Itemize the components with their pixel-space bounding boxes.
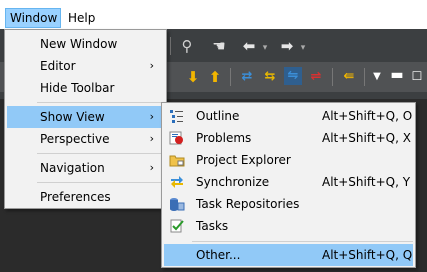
up-arrow-icon[interactable]: ⬆ [206,68,224,86]
submenu-arrow-icon: › [149,59,154,72]
shortcut-text: Alt+Shift+Q, X [322,131,411,145]
forward-dropdown-icon[interactable]: ▾ [294,39,312,57]
submenu-separator [192,241,413,242]
link-editor-icon[interactable]: ⇄ [238,68,256,86]
menu-separator [37,182,164,183]
sync-incoming-icon[interactable]: ⇆ [261,68,279,86]
conflict-icon[interactable]: ⇌ [307,68,325,86]
menu-separator [37,102,164,103]
back-dropdown-icon[interactable]: ▾ [256,39,274,57]
menu-item-show-view[interactable]: Show View › [7,106,164,128]
submenu-item-label: Problems [196,131,252,145]
menu-item-preferences[interactable]: Preferences [7,186,164,208]
import-icon[interactable]: ⇚ [340,68,358,86]
menu-item-perspective[interactable]: Perspective › [7,128,164,150]
toolbar-separator [170,37,171,55]
submenu-item-problems[interactable]: Problems Alt+Shift+Q, X [164,127,413,149]
shortcut-text: Alt+Shift+Q, O [322,109,413,123]
synchronize-icon [169,174,185,190]
menu-item-label: Show View [40,110,105,124]
task-repositories-icon [169,196,185,212]
submenu-item-project-explorer[interactable]: Project Explorer [164,149,413,171]
problems-icon [169,130,185,146]
menu-item-label: Hide Toolbar [40,81,115,95]
menu-item-navigation[interactable]: Navigation › [7,157,164,179]
menu-item-label: Perspective [40,132,110,146]
submenu-item-label: Outline [196,109,240,123]
menu-window[interactable]: Window [5,8,61,28]
tasks-icon [169,218,185,234]
submenu-item-label: Tasks [196,219,229,233]
menu-item-label: Editor [40,59,76,73]
view-menu-icon[interactable]: ▼ [368,68,386,86]
submenu-item-other[interactable]: Other... Alt+Shift+Q, Q [164,244,413,266]
toolbar-separator [230,68,231,86]
submenu-item-label: Other... [196,248,241,262]
submenu-item-tasks[interactable]: Tasks [164,215,413,237]
shortcut-text: Alt+Shift+Q, Y [322,175,411,189]
menu-item-editor[interactable]: Editor › [7,55,164,77]
minimize-icon[interactable]: ▬ [388,66,406,84]
project-explorer-icon [169,152,185,168]
maximize-icon[interactable]: ☐ [408,67,426,85]
submenu-item-label: Synchronize [196,175,270,189]
menubar: Window Help [0,0,427,29]
show-view-submenu: Outline Alt+Shift+Q, O Problems Alt+Shif… [161,102,416,268]
menu-item-label: Navigation [40,161,105,175]
menu-help[interactable]: Help [64,8,104,28]
outline-icon [169,108,185,124]
submenu-arrow-icon: › [149,161,154,174]
submenu-item-label: Project Explorer [196,153,291,167]
submenu-item-outline[interactable]: Outline Alt+Shift+Q, O [164,105,413,127]
submenu-arrow-icon: › [149,132,154,145]
submenu-item-synchronize[interactable]: Synchronize Alt+Shift+Q, Y [164,171,413,193]
menu-item-hide-toolbar[interactable]: Hide Toolbar [7,77,164,99]
sync-toggle-icon[interactable]: ⇋ [284,67,302,85]
menu-item-new-window[interactable]: New Window [7,33,164,55]
submenu-arrow-icon: › [149,110,154,123]
submenu-item-task-repositories[interactable]: Task Repositories [164,193,413,215]
window-menu: New Window Editor › Hide Toolbar Show Vi… [4,29,167,209]
toolbar-separator [332,68,333,86]
toolbar-separator [364,68,365,86]
down-arrow-icon[interactable]: ⬇ [184,68,202,86]
menu-item-label: New Window [40,37,118,51]
menu-separator [37,153,164,154]
submenu-item-label: Task Repositories [196,197,300,211]
menu-item-label: Preferences [40,190,111,204]
hand-pointer-icon[interactable]: ☚ [210,37,228,55]
pin-icon[interactable]: ⚲ [178,37,196,55]
shortcut-text: Alt+Shift+Q, Q [322,248,413,262]
